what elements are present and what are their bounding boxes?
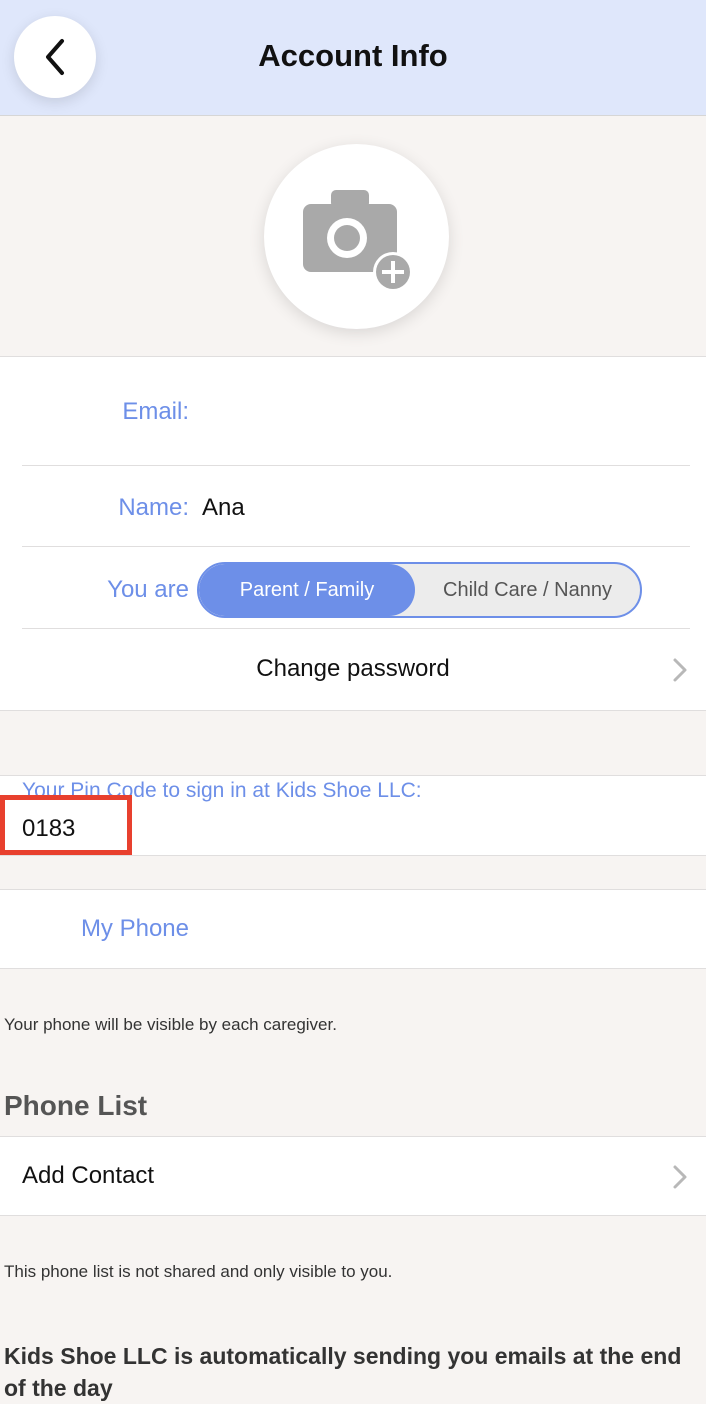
name-field[interactable]: Ana <box>202 494 245 522</box>
phone-list-heading: Phone List <box>4 1090 148 1121</box>
pin-code-value: 0183 <box>22 815 76 842</box>
role-option-parent[interactable]: Parent / Family <box>199 564 415 616</box>
my-phone-label: My Phone <box>80 915 189 942</box>
role-label: You are <box>107 576 189 603</box>
add-contact-label: Add Contact <box>22 1162 155 1189</box>
email-field[interactable] <box>202 398 682 428</box>
email-summary-text: Kids Shoe LLC is automatically sending y… <box>4 1343 682 1401</box>
change-password-row[interactable]: Change password <box>0 629 706 709</box>
email-label: Email: <box>122 398 189 425</box>
change-password-label: Change password <box>256 655 450 682</box>
name-label: Name: <box>118 494 189 521</box>
phone-list-note: This phone list is not shared and only v… <box>4 1262 393 1281</box>
chevron-right-icon <box>673 658 687 682</box>
phone-visibility-note: Your phone will be visible by each careg… <box>4 1015 337 1034</box>
role-option-nanny[interactable]: Child Care / Nanny <box>415 564 640 616</box>
nav-bar: Account Info <box>0 0 706 116</box>
add-contact-row[interactable]: Add Contact <box>0 1136 706 1216</box>
role-segmented-control[interactable]: Parent / Family Child Care / Nanny <box>197 562 642 618</box>
camera-plus-icon <box>302 189 413 292</box>
page-title: Account Info <box>258 38 448 73</box>
chevron-right-icon <box>673 1165 687 1189</box>
divider <box>22 465 690 466</box>
profile-photo-button[interactable] <box>264 144 449 329</box>
divider <box>22 546 690 547</box>
